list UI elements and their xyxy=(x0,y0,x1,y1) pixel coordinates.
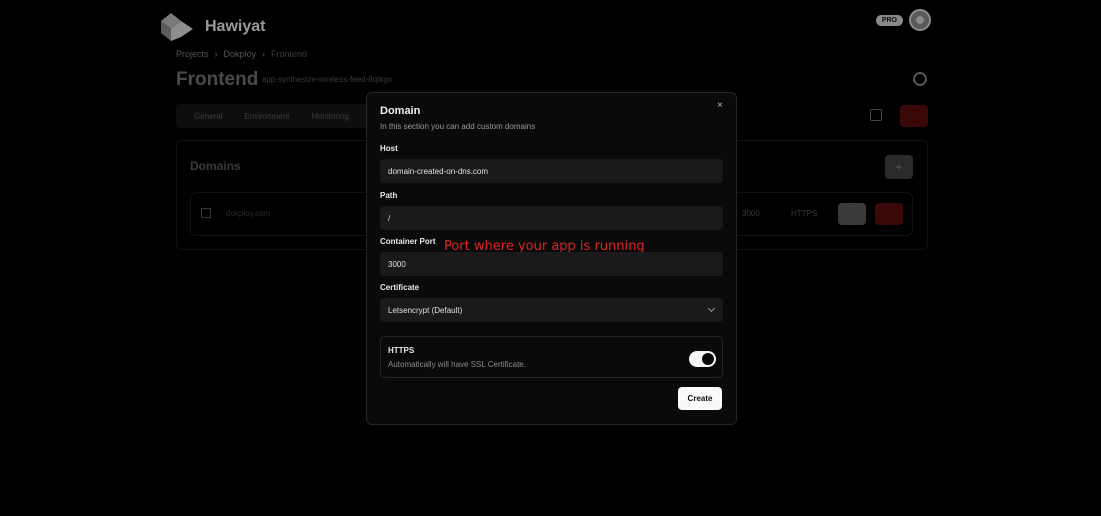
breadcrumb-separator: › xyxy=(262,49,266,59)
domain-host: dokploy.com xyxy=(226,209,271,218)
https-setting xyxy=(380,336,723,378)
close-icon[interactable]: × xyxy=(717,100,723,111)
certificate-label: Certificate xyxy=(380,283,420,292)
path-label: Path xyxy=(380,191,398,200)
breadcrumb: Projects › Dokploy › Frontend xyxy=(176,49,307,59)
container-port-label: Container Port xyxy=(380,237,436,246)
chevron-down-icon xyxy=(707,304,716,313)
https-title: HTTPS xyxy=(388,346,415,355)
user-icon xyxy=(916,16,924,24)
breadcrumb-project[interactable]: Dokploy xyxy=(224,49,257,59)
port-value: 3000 xyxy=(388,259,406,269)
delete-domain-button[interactable] xyxy=(875,203,903,225)
brand-logo[interactable]: Hawiyat xyxy=(157,11,265,43)
delete-app-button[interactable] xyxy=(900,105,928,127)
brand-name: Hawiyat xyxy=(205,18,266,35)
create-button[interactable]: Create xyxy=(678,387,722,410)
https-toggle[interactable] xyxy=(689,351,716,367)
page-title: Frontend xyxy=(176,69,259,90)
edit-domain-button[interactable] xyxy=(838,203,866,225)
pro-badge: PRO xyxy=(875,14,903,26)
tab-general[interactable]: General xyxy=(194,112,222,121)
breadcrumb-separator: › xyxy=(214,49,218,59)
container-port-input[interactable]: 3000 xyxy=(380,252,723,276)
breadcrumb-current: Frontend xyxy=(271,49,308,59)
breadcrumb-projects[interactable]: Projects xyxy=(176,49,209,59)
domain-port: 3000 xyxy=(742,209,760,218)
domain-protocol: HTTPS xyxy=(791,209,818,218)
tab-environment[interactable]: Environment xyxy=(244,112,289,121)
toggle-knob xyxy=(702,353,714,365)
add-domain-button[interactable]: + xyxy=(885,155,913,179)
tabs-bar: General Environment Monitoring xyxy=(176,104,386,128)
host-label: Host xyxy=(380,144,398,153)
path-value: / xyxy=(388,213,391,223)
path-input[interactable]: / xyxy=(380,206,723,230)
host-input[interactable]: domain-created-on-dns.com xyxy=(380,159,723,183)
host-value: domain-created-on-dns.com xyxy=(388,166,489,176)
cube-logo-icon xyxy=(161,13,193,41)
https-description: Automatically will have SSL Certificate. xyxy=(388,360,526,369)
tab-monitoring[interactable]: Monitoring xyxy=(311,112,348,121)
app-slug: app-synthesize-wireless-feed-8qtkgx xyxy=(262,75,392,84)
modal-subtitle: In this section you can add custom domai… xyxy=(380,122,536,131)
user-area: PRO xyxy=(875,9,931,31)
settings-icon[interactable] xyxy=(913,72,927,86)
avatar[interactable] xyxy=(909,9,931,31)
certificate-select[interactable]: Letsencrypt (Default) xyxy=(380,298,723,322)
certificate-value: Letsencrypt (Default) xyxy=(388,305,463,315)
modal-title: Domain xyxy=(380,105,421,117)
edit-icon[interactable] xyxy=(870,109,882,121)
external-link-icon[interactable] xyxy=(201,208,211,218)
domains-title: Domains xyxy=(190,159,241,173)
